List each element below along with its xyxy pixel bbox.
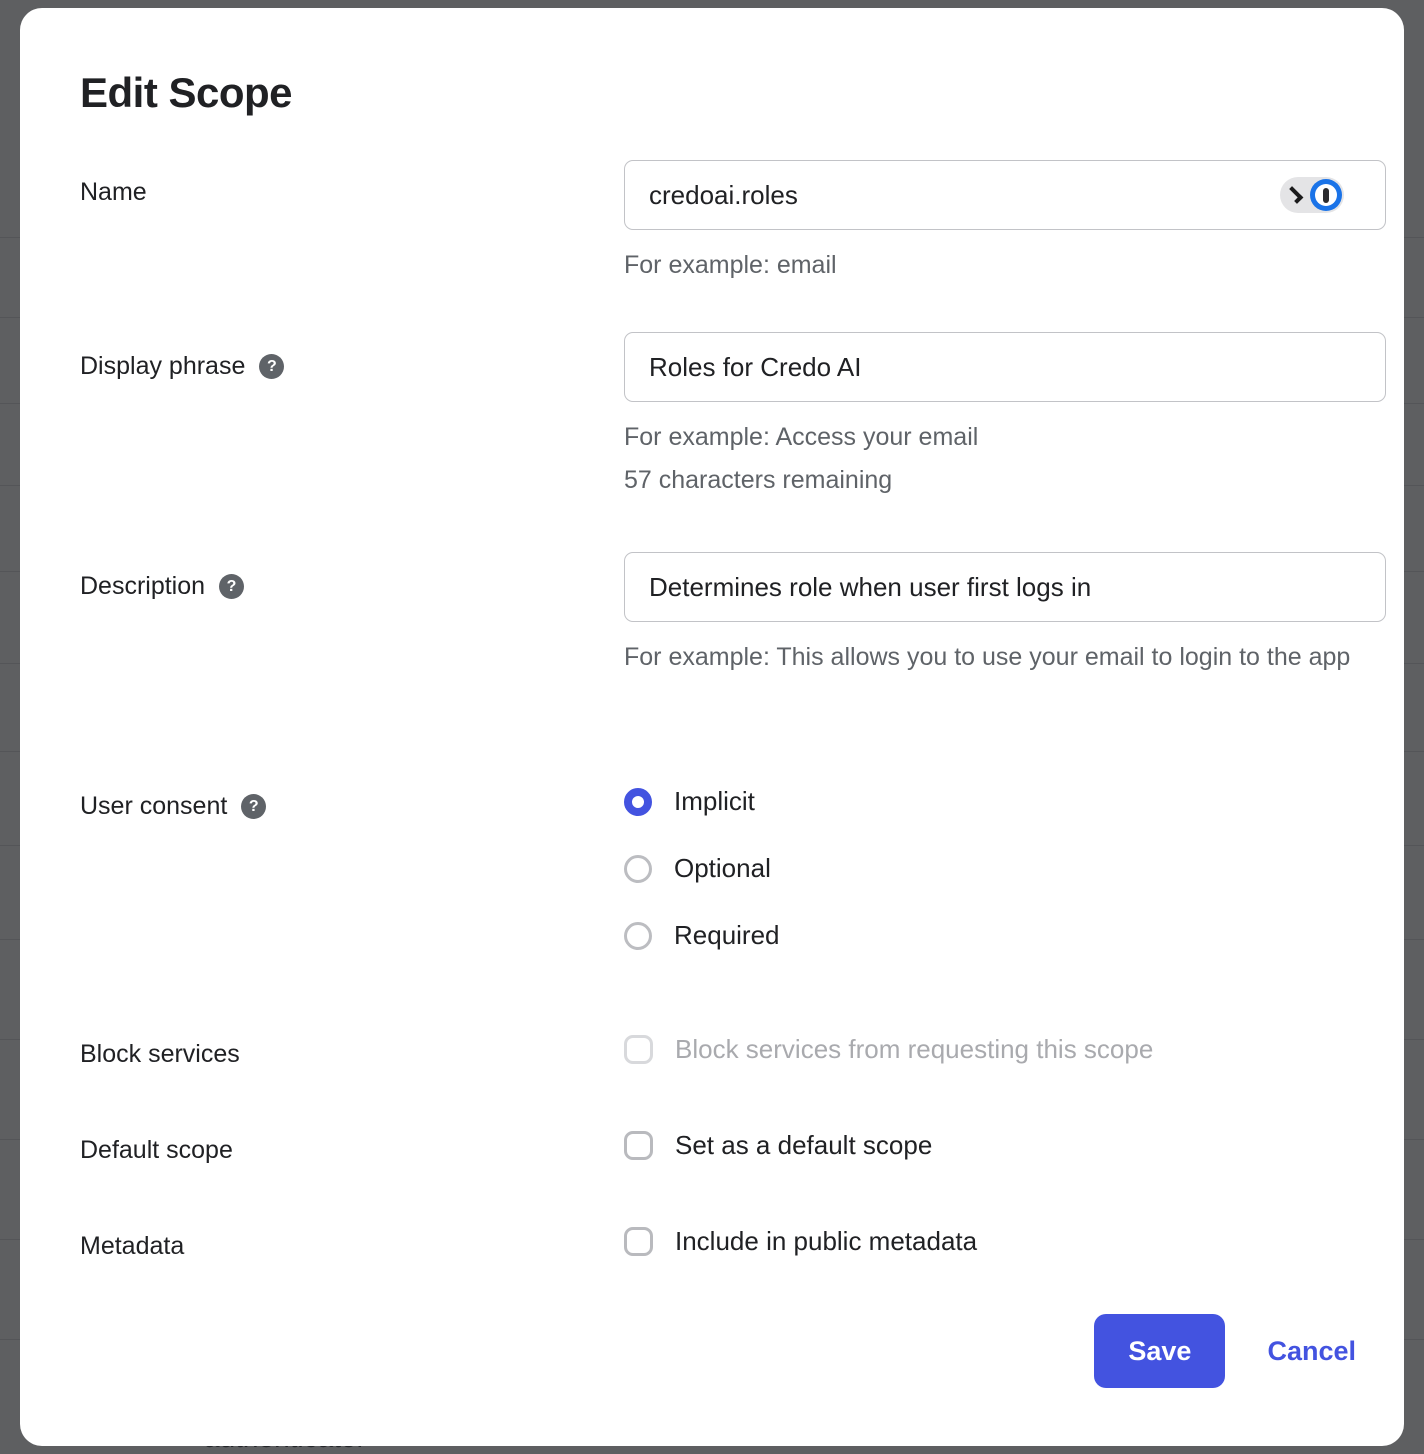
- chevron-right-icon: [1285, 186, 1304, 204]
- display-phrase-label: Display phrase ?: [80, 352, 285, 381]
- cancel-button[interactable]: Cancel: [1259, 1336, 1364, 1367]
- checkbox-mark-icon: [624, 1227, 653, 1256]
- radio-implicit-label: Implicit: [674, 786, 755, 816]
- display-phrase-input[interactable]: [624, 332, 1386, 402]
- radio-mark-icon: [624, 787, 652, 816]
- name-label-text: Name: [80, 178, 147, 206]
- checkbox-block-services: Block services from requesting this scop…: [624, 1034, 1386, 1065]
- checkbox-mark-icon: [624, 1131, 653, 1160]
- dialog-title: Edit Scope: [80, 69, 293, 116]
- radio-optional-label: Optional: [674, 853, 771, 883]
- name-hint: For example: email: [624, 251, 837, 279]
- block-services-label-text: Block services: [80, 1040, 240, 1068]
- 1password-logo-icon: [1310, 179, 1342, 211]
- help-icon[interactable]: ?: [259, 354, 285, 379]
- default-scope-label-text: Default scope: [80, 1136, 233, 1164]
- display-phrase-label-text: Display phrase: [80, 352, 246, 380]
- display-phrase-hint: For example: Access your email: [624, 423, 979, 451]
- radio-required-label: Required: [674, 920, 780, 950]
- radio-optional[interactable]: Optional: [624, 853, 1386, 884]
- user-consent-label: User consent ?: [80, 792, 267, 821]
- user-consent-label-text: User consent: [80, 792, 228, 820]
- radio-implicit[interactable]: Implicit: [624, 786, 1386, 817]
- name-input[interactable]: [624, 160, 1386, 230]
- display-phrase-counter: 57 characters remaining: [624, 465, 893, 494]
- checkbox-mark-icon: [624, 1035, 653, 1064]
- checkbox-default-scope[interactable]: Set as a default scope: [624, 1130, 1386, 1161]
- radio-mark-icon: [624, 921, 652, 950]
- save-button[interactable]: Save: [1094, 1314, 1226, 1388]
- edit-scope-dialog: Edit Scope Name For example: email Di: [20, 8, 1404, 1446]
- checkbox-block-services-label: Block services from requesting this scop…: [675, 1034, 1154, 1064]
- checkbox-default-scope-label: Set as a default scope: [675, 1130, 933, 1160]
- help-icon[interactable]: ?: [241, 794, 267, 819]
- description-label-text: Description: [80, 572, 206, 600]
- radio-mark-icon: [624, 854, 652, 883]
- dialog-footer: Save Cancel: [1094, 1314, 1364, 1388]
- description-hint: For example: This allows you to use your…: [624, 643, 1351, 671]
- checkbox-metadata[interactable]: Include in public metadata: [624, 1226, 1386, 1257]
- 1password-icon[interactable]: [1280, 177, 1344, 213]
- block-services-label: Block services: [80, 1040, 240, 1069]
- metadata-label-text: Metadata: [80, 1232, 185, 1260]
- help-icon[interactable]: ?: [219, 574, 245, 599]
- description-label: Description ?: [80, 572, 245, 601]
- description-input[interactable]: [624, 552, 1386, 622]
- name-label: Name: [80, 178, 147, 207]
- metadata-label: Metadata: [80, 1232, 184, 1261]
- checkbox-metadata-label: Include in public metadata: [675, 1226, 978, 1256]
- default-scope-label: Default scope: [80, 1136, 233, 1165]
- radio-required[interactable]: Required: [624, 920, 1386, 951]
